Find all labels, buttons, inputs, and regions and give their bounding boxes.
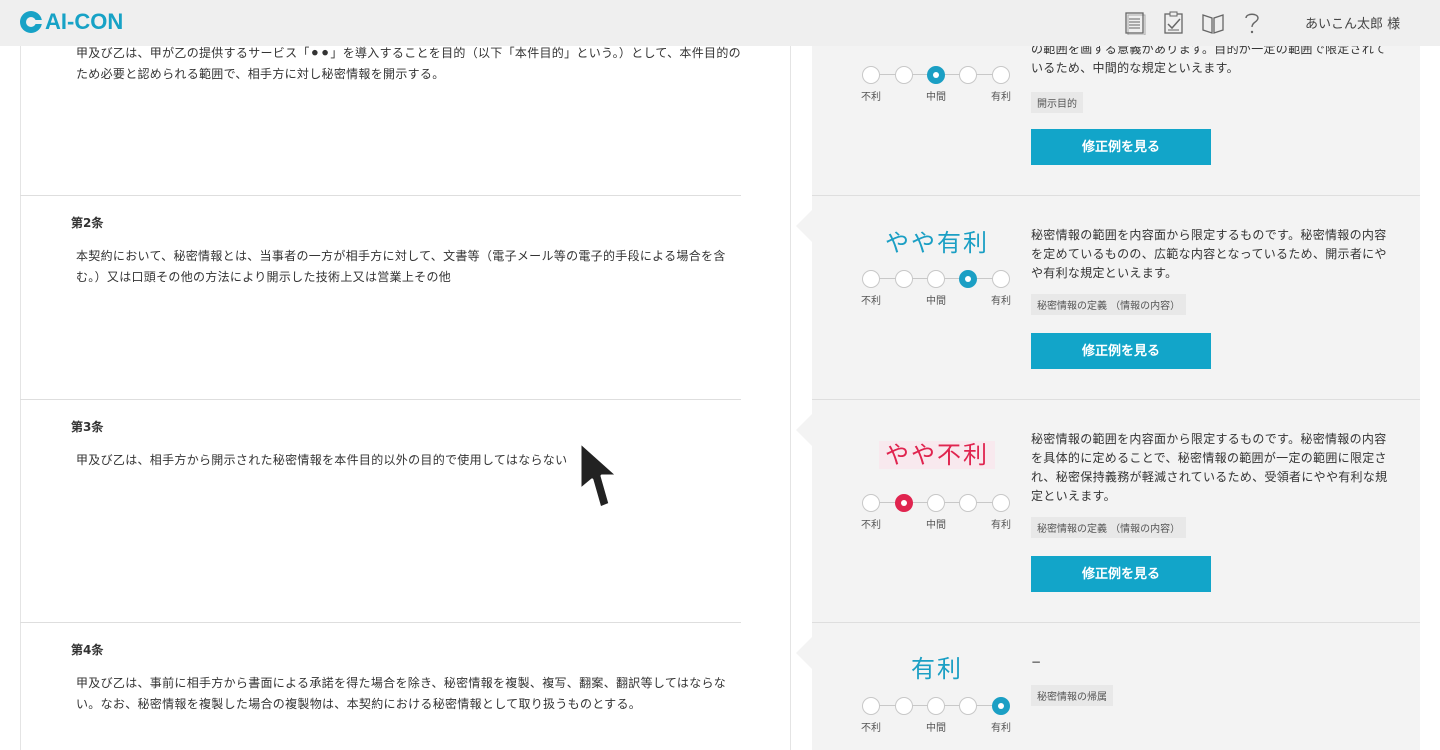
scale-point: [862, 494, 880, 512]
scale-point: [895, 697, 913, 715]
scale-point: [992, 494, 1010, 512]
scale-point: [959, 494, 977, 512]
scale-label-right: 有利: [991, 296, 1011, 307]
scale-point: [862, 270, 880, 288]
scale-point: [927, 697, 945, 715]
favorability-scale: 不利 中間 有利: [861, 494, 1012, 534]
document-list-icon[interactable]: [1122, 9, 1148, 37]
article-body: 本契約において、秘密情報とは、当事者の一方が相手方に対して、文書等（電子メール等…: [76, 249, 726, 284]
topic-tag: 開示目的: [1031, 92, 1083, 113]
card-pointer: [796, 210, 812, 242]
review-card-2: やや有利 不利 中間 有利 秘密情報の範囲を内容面から限定するものです。秘密情報…: [796, 196, 1420, 400]
view-revision-button[interactable]: 修正例を見る: [1031, 556, 1211, 592]
scale-point-selected: [927, 66, 945, 84]
review-card-1: 不利 中間 有利 の範囲を画する意義があります。目的が一定の範囲で限定されている…: [812, 42, 1420, 196]
scale-label-middle: 中間: [926, 92, 946, 103]
logo-mark-icon: [20, 11, 43, 33]
scale-point: [959, 66, 977, 84]
article-2: 第2条 本契約において、秘密情報とは、当事者の一方が相手方に対して、文書等（電子…: [20, 196, 741, 400]
scale-point: [992, 270, 1010, 288]
scale-label-left: 不利: [861, 723, 881, 734]
scale-label-right: 有利: [991, 723, 1011, 734]
scale-label-left: 不利: [861, 92, 881, 103]
top-header: AI-CON あいこん太郎 様: [0, 0, 1440, 46]
scale-point-selected: [895, 494, 913, 512]
card-pointer: [796, 414, 812, 446]
scale-point: [895, 270, 913, 288]
article-body: 甲及び乙は、事前に相手方から書面による承諾を得た場合を除き、秘密情報を複製、複写…: [76, 676, 727, 711]
scale-label-middle: 中間: [926, 520, 946, 531]
scale-point: [992, 66, 1010, 84]
review-description: 秘密情報の範囲を内容面から限定するものです。秘密情報の内容を定めているものの、広…: [1031, 228, 1387, 280]
topic-tag: 秘密情報の帰属: [1031, 685, 1113, 706]
review-description: 秘密情報の範囲を内容面から限定するものです。秘密情報の内容を具体的に定めることで…: [1031, 432, 1388, 503]
app-logo[interactable]: AI-CON: [20, 9, 123, 35]
scale-point: [862, 66, 880, 84]
favorability-scale: 不利 中間 有利: [861, 270, 1012, 310]
article-title: 第3条: [71, 420, 104, 434]
mouse-pointer-icon: [576, 440, 622, 516]
rating-label: 有利: [911, 655, 963, 683]
scale-point-selected: [992, 697, 1010, 715]
card-pointer: [796, 637, 812, 669]
article-1: 甲及び乙は、甲が乙の提供するサービス「⚫⚫」を導入することを目的（以下「本件目的…: [20, 46, 741, 196]
topic-tag: 秘密情報の定義 （情報の内容）: [1031, 517, 1187, 538]
review-card-4: 有利 不利 中間 有利 − 秘密情報の帰属: [796, 623, 1420, 750]
scale-label-left: 不利: [861, 296, 881, 307]
scale-label-right: 有利: [991, 92, 1011, 103]
article-4: 第4条 甲及び乙は、事前に相手方から書面による承諾を得た場合を除き、秘密情報を複…: [20, 623, 741, 750]
view-revision-button[interactable]: 修正例を見る: [1031, 333, 1211, 369]
favorability-scale: 不利 中間 有利: [861, 697, 1012, 737]
scale-point-selected: [959, 270, 977, 288]
view-revision-button[interactable]: 修正例を見る: [1031, 129, 1211, 165]
logo-text: AI-CON: [45, 9, 124, 34]
scale-point: [927, 494, 945, 512]
book-icon[interactable]: [1200, 9, 1226, 37]
article-title: 第4条: [71, 643, 104, 657]
article-3: 第3条 甲及び乙は、相手方から開示された秘密情報を本件目的以外の目的で使用しては…: [20, 400, 741, 623]
scale-point: [862, 697, 880, 715]
rating-label: やや有利: [885, 229, 989, 257]
scale-point: [959, 697, 977, 715]
help-icon[interactable]: [1239, 9, 1265, 37]
article-title: 第2条: [71, 216, 104, 230]
scale-label-left: 不利: [861, 520, 881, 531]
user-name[interactable]: あいこん太郎 様: [1305, 13, 1400, 32]
header-toolbar: [1122, 9, 1265, 37]
article-body: 甲及び乙は、甲が乙の提供するサービス「⚫⚫」を導入することを目的（以下「本件目的…: [76, 46, 741, 81]
article-body: 甲及び乙は、相手方から開示された秘密情報を本件目的以外の目的で使用してはならない: [76, 453, 568, 467]
scale-label-middle: 中間: [926, 296, 946, 307]
scale-label-right: 有利: [991, 520, 1011, 531]
review-description: −: [1031, 655, 1042, 669]
topic-tag: 秘密情報の定義 （情報の内容）: [1031, 294, 1187, 315]
scale-label-middle: 中間: [926, 723, 946, 734]
review-card-3: やや不利 不利 中間 有利 秘密情報の範囲を内容面から限定するものです。秘密情報…: [796, 400, 1420, 623]
scale-point: [927, 270, 945, 288]
scale-point: [895, 66, 913, 84]
checklist-icon[interactable]: [1161, 9, 1187, 37]
favorability-scale: 不利 中間 有利: [861, 66, 1012, 106]
rating-label: やや不利: [852, 435, 1022, 470]
